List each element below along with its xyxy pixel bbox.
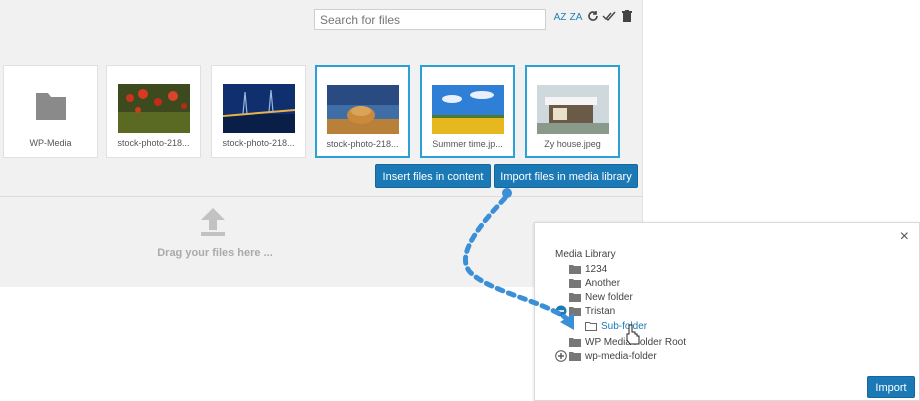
folder-icon: [569, 279, 581, 289]
tree-item-label: Tristan: [585, 306, 616, 317]
expand-icon[interactable]: [555, 350, 567, 363]
refresh-icon[interactable]: [586, 10, 600, 26]
tree-item-label: Another: [585, 278, 621, 289]
file-name: stock-photo-218...: [117, 138, 190, 148]
image-thumbnail: [326, 85, 399, 134]
tree-root-label: Media Library: [555, 249, 616, 260]
divider: [0, 196, 642, 197]
file-card[interactable]: Zy house.jpeg: [525, 65, 620, 158]
file-card[interactable]: stock-photo-218...: [211, 65, 306, 158]
tree-item-label: WP Media Folder Root: [585, 337, 686, 348]
tree-item-label: New folder: [585, 292, 633, 303]
media-library-import-dialog: × Media Library 1234 Another New folder …: [534, 222, 920, 401]
file-name: stock-photo-218...: [222, 138, 295, 148]
image-thumbnail: [431, 85, 504, 134]
file-card[interactable]: Summer time.jp...: [420, 65, 515, 158]
collapse-icon[interactable]: [555, 305, 567, 317]
file-name: WP-Media: [29, 138, 72, 148]
folder-open-icon: [585, 322, 597, 332]
tree-item-label: wp-media-folder: [585, 351, 657, 362]
file-name: Zy house.jpeg: [544, 139, 601, 149]
dropzone-text: Drag your files here ...: [157, 247, 273, 259]
import-files-media-library-button[interactable]: Import files in media library: [494, 164, 638, 188]
tree-item-new-folder[interactable]: New folder: [569, 291, 633, 305]
file-card[interactable]: stock-photo-218...: [106, 65, 201, 158]
search-input[interactable]: [314, 9, 546, 30]
tree-item-wp-media-folder-root[interactable]: WP Media Folder Root: [569, 336, 686, 350]
sort-az-label: AZ: [553, 12, 567, 23]
tree-item-label: 1234: [585, 264, 608, 275]
select-all-icon[interactable]: [602, 10, 616, 26]
insert-files-button[interactable]: Insert files in content: [375, 164, 491, 188]
sort-za-label: ZA: [569, 12, 583, 23]
close-icon[interactable]: ×: [900, 229, 909, 245]
tree-item-another[interactable]: Another: [569, 277, 620, 291]
tree-item-sub-folder[interactable]: Sub-folder: [585, 320, 647, 334]
folder-icon: [569, 293, 581, 303]
image-thumbnail: [117, 84, 190, 133]
tree-item-1234[interactable]: 1234: [569, 263, 607, 277]
trash-icon[interactable]: [620, 10, 634, 26]
image-thumbnail: [222, 84, 295, 133]
folder-icon: [35, 93, 66, 120]
sort-za-icon[interactable]: ZA: [569, 10, 583, 26]
image-thumbnail: [536, 85, 609, 134]
upload-icon: [201, 208, 225, 236]
folder-card[interactable]: WP-Media: [3, 65, 98, 158]
import-button[interactable]: Import: [867, 376, 915, 398]
folder-icon: [569, 307, 581, 317]
folder-icon: [569, 352, 581, 362]
sort-az-icon[interactable]: AZ: [553, 10, 567, 26]
tree-item-label: Sub-folder: [601, 321, 648, 332]
file-name: stock-photo-218...: [326, 139, 399, 149]
tree-item-tristan[interactable]: Tristan: [555, 305, 615, 319]
file-name: Summer time.jp...: [432, 139, 503, 149]
folder-icon: [569, 265, 581, 275]
file-card[interactable]: stock-photo-218...: [315, 65, 410, 158]
tree-item-wp-media-folder[interactable]: wp-media-folder: [555, 350, 657, 364]
folder-icon: [569, 338, 581, 348]
